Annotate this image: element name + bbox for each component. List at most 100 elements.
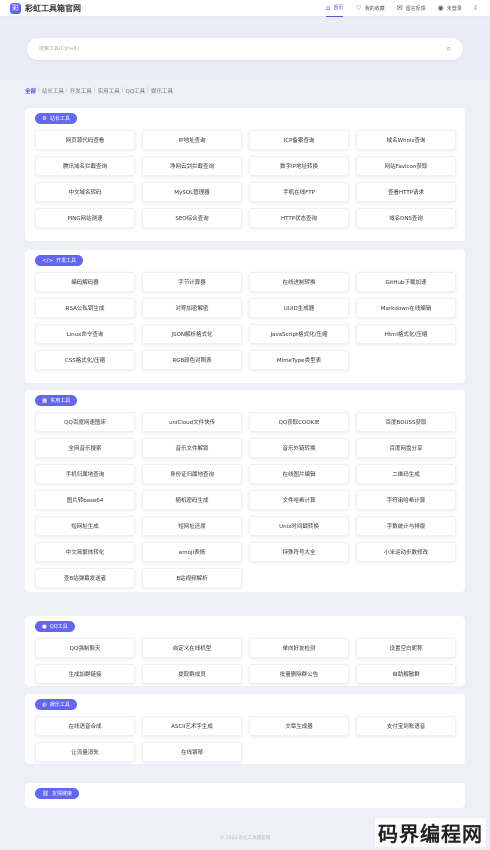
theme-toggle[interactable]: ☾ bbox=[474, 0, 480, 17]
tool-button[interactable]: emoji表情 bbox=[142, 542, 242, 562]
tool-button[interactable]: QQ获取COOKIE bbox=[249, 412, 349, 432]
tool-button[interactable]: HTTP状态查询 bbox=[249, 208, 349, 228]
tool-button[interactable]: 二维码生成 bbox=[356, 464, 456, 484]
tool-button[interactable]: ICP备案查询 bbox=[249, 130, 349, 150]
tool-grid: QQ百度网速图床 uniCloud文件快传 QQ获取COOKIE 百度BDUSS获取全… bbox=[35, 412, 456, 588]
tool-button[interactable]: JSON解析格式化 bbox=[142, 324, 242, 344]
tool-button[interactable]: 在线进制转换 bbox=[249, 272, 349, 292]
tool-button[interactable]: 全网音乐搜索 bbox=[35, 438, 135, 458]
home-icon: ⌂ bbox=[325, 3, 331, 12]
tool-button[interactable]: ASCII艺术字生成 bbox=[142, 716, 242, 736]
tool-button[interactable]: 特殊符号大全 bbox=[249, 542, 349, 562]
site-logo[interactable]: 彩 彩虹工具箱官网 bbox=[10, 2, 81, 14]
tool-button[interactable]: 百度BDUSS获取 bbox=[356, 412, 456, 432]
tool-button[interactable]: 单向好友检测 bbox=[249, 638, 349, 658]
tool-button[interactable]: Html格式化/压缩 bbox=[356, 324, 456, 344]
tool-button[interactable]: 短网址生成 bbox=[35, 516, 135, 536]
tool-button[interactable]: 自助解散群 bbox=[356, 664, 456, 684]
tool-button[interactable]: 身份证归属地查询 bbox=[142, 464, 242, 484]
tool-button[interactable]: 净网云剑拦截查询 bbox=[142, 156, 242, 176]
search-input[interactable] bbox=[39, 46, 447, 52]
tool-button[interactable]: 网页源代码查看 bbox=[35, 130, 135, 150]
tool-button[interactable]: 在线钢琴 bbox=[142, 742, 242, 762]
tool-button[interactable]: 中文简繁体转化 bbox=[35, 542, 135, 562]
category-tab[interactable]: 全部 bbox=[25, 87, 36, 95]
tool-button[interactable]: 在线图片编辑 bbox=[249, 464, 349, 484]
category-tab[interactable]: 站长工具 bbox=[42, 87, 64, 95]
tool-button[interactable]: 支付宝到账语音 bbox=[356, 716, 456, 736]
tool-button[interactable]: 设置空白昵称 bbox=[356, 638, 456, 658]
tool-grid: 网页源代码查看 IP地址查询 ICP备案查询 域名Whois查询腾讯域名拦截查询 净网云… bbox=[35, 130, 456, 228]
tool-button[interactable]: 文章生成器 bbox=[249, 716, 349, 736]
tool-button[interactable]: 音乐外链转换 bbox=[249, 438, 349, 458]
tool-button[interactable]: 查B站弹幕发送者 bbox=[35, 568, 135, 588]
tool-button[interactable]: 音乐文件解锁 bbox=[142, 438, 242, 458]
category-tabs: 全部 | 站长工具 | 开发工具 | 实用工具 | QQ工具 | 娱乐工具 bbox=[25, 87, 173, 95]
category-tab[interactable]: 娱乐工具 bbox=[151, 87, 173, 95]
tool-button[interactable]: 让流量消失 bbox=[35, 742, 135, 762]
tool-button[interactable]: PING网站测速 bbox=[35, 208, 135, 228]
nav-feedback[interactable]: ✉ 留言反馈 bbox=[397, 0, 426, 17]
section-heading: </> 开发工具 bbox=[35, 255, 84, 266]
category-separator: | bbox=[147, 87, 150, 93]
tool-button[interactable]: 查看HTTP请求 bbox=[356, 182, 456, 202]
section-heading: ⚙ 站长工具 bbox=[35, 113, 77, 124]
tool-button[interactable]: 提取群成员 bbox=[142, 664, 242, 684]
tool-button[interactable]: 域名DNS查询 bbox=[356, 208, 456, 228]
nav-favorites[interactable]: ♡ 我的收藏 bbox=[355, 0, 384, 17]
tool-button[interactable]: 域名Whois查询 bbox=[356, 130, 456, 150]
tool-button[interactable]: Unix时间戳转换 bbox=[249, 516, 349, 536]
top-navbar: 彩 彩虹工具箱官网 ⌂ 首页 ♡ 我的收藏 ✉ 留言反馈 ◉ 未登录 ☾ bbox=[0, 0, 490, 17]
tool-button[interactable]: 图片转base64 bbox=[35, 490, 135, 510]
tool-grid: 在线语音合成 ASCII艺术字生成 文章生成器 支付宝到账语音让流量消失 在线钢琴 bbox=[35, 716, 456, 762]
tool-button[interactable]: QQ强制聊天 bbox=[35, 638, 135, 658]
category-tab[interactable]: 实用工具 bbox=[98, 87, 120, 95]
nav-login[interactable]: ◉ 未登录 bbox=[438, 0, 462, 17]
tool-button[interactable]: 数字IP地址转换 bbox=[249, 156, 349, 176]
category-tab[interactable]: QQ工具 bbox=[126, 87, 146, 95]
search-icon[interactable]: ⌕ bbox=[447, 44, 451, 54]
tool-button[interactable]: 手机归属地查询 bbox=[35, 464, 135, 484]
tool-button[interactable]: B站视频解析 bbox=[142, 568, 242, 588]
tool-button[interactable]: 小米运动步数修改 bbox=[356, 542, 456, 562]
tool-button[interactable]: SEO综合查询 bbox=[142, 208, 242, 228]
tool-button[interactable]: 短网址还原 bbox=[142, 516, 242, 536]
tool-button[interactable]: 字数统计与排版 bbox=[356, 516, 456, 536]
tool-button[interactable]: 手机在线FTP bbox=[249, 182, 349, 202]
tool-button[interactable]: 百度网盘分享 bbox=[356, 438, 456, 458]
tool-button[interactable]: 中文域名转码 bbox=[35, 182, 135, 202]
tool-button[interactable]: 字节计算器 bbox=[142, 272, 242, 292]
tool-button[interactable]: MimeType类型表 bbox=[249, 350, 349, 370]
tool-button[interactable]: uniCloud文件快传 bbox=[142, 412, 242, 432]
user-icon: ◉ bbox=[437, 4, 444, 12]
tool-button[interactable]: Markdown在线编辑 bbox=[356, 298, 456, 318]
tool-button[interactable]: 网站Favicon获取 bbox=[356, 156, 456, 176]
tool-button[interactable]: QQ百度网速图床 bbox=[35, 412, 135, 432]
tool-button[interactable]: Linux命令查询 bbox=[35, 324, 135, 344]
tool-button[interactable]: RGB颜色对照表 bbox=[142, 350, 242, 370]
tool-button[interactable]: MySQL管理器 bbox=[142, 182, 242, 202]
tool-button[interactable]: RSA公私钥生成 bbox=[35, 298, 135, 318]
tool-button[interactable]: 自定义在线机型 bbox=[142, 638, 242, 658]
tool-button[interactable]: CSS格式化/压缩 bbox=[35, 350, 135, 370]
tool-button[interactable]: 批量删除群公告 bbox=[249, 664, 349, 684]
nav-home[interactable]: ⌂ 首页 bbox=[325, 0, 344, 17]
tool-button[interactable]: 腾讯域名拦截查询 bbox=[35, 156, 135, 176]
tool-button[interactable]: 编码解码器 bbox=[35, 272, 135, 292]
tool-grid: 编码解码器 字节计算器 在线进制转换 GitHub下载加速 RSA公私钥生成 对称加密解密… bbox=[35, 272, 456, 370]
tool-button[interactable]: 文件哈希计算 bbox=[249, 490, 349, 510]
tool-button[interactable]: 对称加密解密 bbox=[142, 298, 242, 318]
tool-grid: QQ强制聊天 自定义在线机型 单向好友检测 设置空白昵称生成加群链接 提取群成员 批量删除… bbox=[35, 638, 456, 684]
moon-icon: ☾ bbox=[473, 4, 480, 12]
section-heading: ◍ 娱乐工具 bbox=[35, 699, 77, 710]
tool-button[interactable]: GitHub下载加速 bbox=[356, 272, 456, 292]
tool-button[interactable]: 随机密码生成 bbox=[142, 490, 242, 510]
site-title: 彩虹工具箱官网 bbox=[25, 3, 81, 13]
tool-button[interactable]: JavaScript格式化/压缩 bbox=[249, 324, 349, 344]
category-tab[interactable]: 开发工具 bbox=[70, 87, 92, 95]
tool-button[interactable]: UUID生成器 bbox=[249, 298, 349, 318]
tool-button[interactable]: 在线语音合成 bbox=[35, 716, 135, 736]
tool-button[interactable]: IP地址查询 bbox=[142, 130, 242, 150]
tool-button[interactable]: 生成加群链接 bbox=[35, 664, 135, 684]
tool-button[interactable]: 字符串哈希计算 bbox=[356, 490, 456, 510]
